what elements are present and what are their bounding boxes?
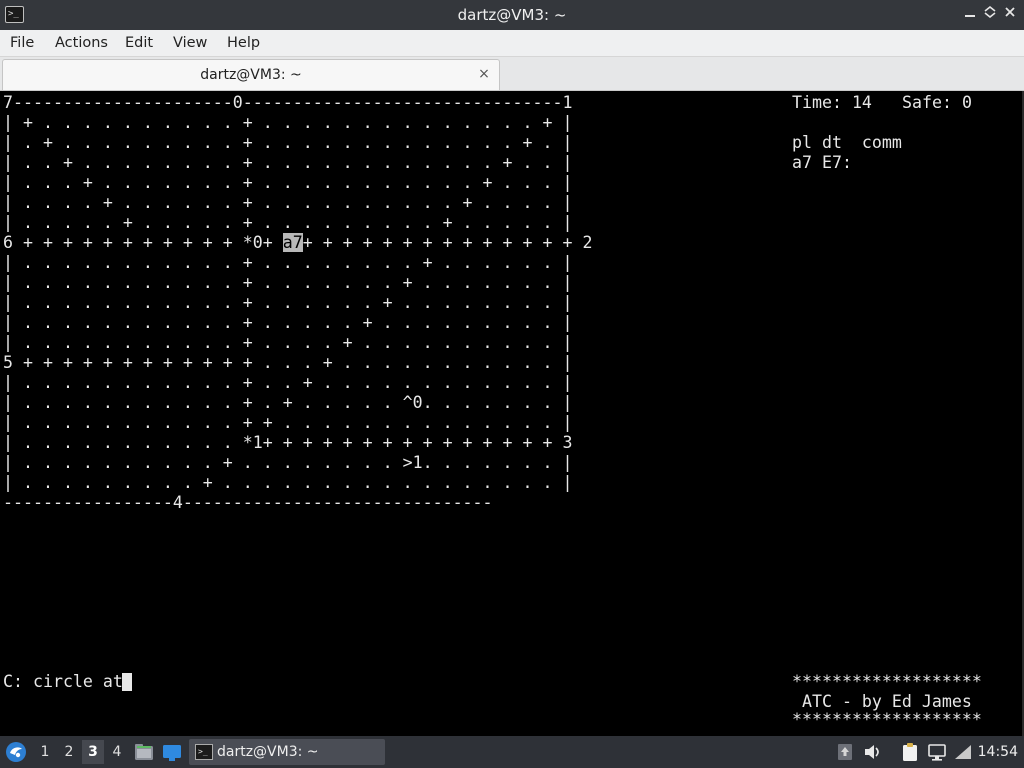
menu-actions[interactable]: Actions [55, 30, 108, 56]
volume-icon[interactable] [862, 741, 884, 763]
text-cursor [122, 673, 132, 691]
minimize-icon[interactable] [960, 5, 980, 25]
grid-row: | + . . . . . . . . . . + . . . . . . . … [3, 113, 573, 132]
window-titlebar[interactable]: >_ dartz@VM3: ~ [0, 0, 1024, 30]
clipboard-icon[interactable] [899, 741, 921, 763]
credits-stars-bottom: ******************* [792, 710, 982, 729]
tab-terminal[interactable]: dartz@VM3: ~ × [2, 59, 500, 90]
plane-a7-marker[interactable]: a7 [282, 233, 303, 252]
grid-row: | . . . . . . . . . . . + . . . . . . . … [3, 253, 573, 272]
safe-label: Safe: 0 [902, 93, 972, 112]
menu-edit[interactable]: Edit [125, 30, 153, 56]
grid-row: | . . . . . . . . . . . + . . . . . . . … [3, 273, 573, 292]
grid-row: | . . . . . . . . . . . *1+ + + + + + + … [3, 433, 573, 452]
close-icon[interactable] [1000, 5, 1020, 25]
show-desktop-icon[interactable] [161, 741, 183, 763]
credits-text: ATC - by Ed James [792, 692, 972, 711]
tab-bar: dartz@VM3: ~ × [0, 57, 1024, 91]
grid-row: | . . + . . . . . . . . + . . . . . . . … [3, 153, 573, 172]
grid-row: | . . . . . . . . . . . + . . . . + . . … [3, 333, 573, 352]
grid-row-6: 6 + + + + + + + + + + + *0+ a7+ + + + + … [3, 233, 592, 253]
workspace-1[interactable]: 1 [34, 740, 56, 764]
network-status-icon[interactable] [952, 741, 974, 763]
workspace-4[interactable]: 4 [106, 740, 128, 764]
plane-list-entry: a7 E7: [792, 153, 852, 172]
plane-list-header: pl dt comm [792, 133, 902, 152]
row6-right: + + + + + + + + + + + + + + 2 [302, 233, 593, 252]
command-line[interactable]: C: circle at [3, 672, 123, 692]
grid-row: | . . . . . . . . . . . + . . . . . + . … [3, 313, 573, 332]
tab-label: dartz@VM3: ~ [200, 67, 302, 83]
window-title: dartz@VM3: ~ [457, 6, 567, 24]
menu-file[interactable]: File [10, 30, 34, 56]
grid-row: | . . . . . . . . . . . + + . . . . . . … [3, 413, 573, 432]
network-icon[interactable] [926, 741, 948, 763]
grid-row: | . . . . . . . . . . . + . . . . . . + … [3, 293, 573, 312]
menu-bar: File Actions Edit View Help [0, 30, 1024, 57]
grid-row: | . . . . . + . . . . . + . . . . . . . … [3, 213, 573, 232]
taskbar: 1 2 3 4 >_ dartz@VM3: ~ 14:54 [0, 736, 1024, 768]
grid-bottom-border: -----------------4----------------------… [3, 493, 493, 512]
grid-row: | . . . . . . . . . . + . . . . . . . . … [3, 453, 573, 472]
menu-view[interactable]: View [173, 30, 207, 56]
taskbar-terminal-button[interactable]: >_ dartz@VM3: ~ [189, 739, 385, 765]
row6-left: 6 + + + + + + + + + + + *0+ [3, 233, 283, 252]
grid-row: | . + . . . . . . . . . + . . . . . . . … [3, 133, 573, 152]
updates-icon[interactable] [834, 741, 856, 763]
terminal-area[interactable]: 7----------------------0----------------… [0, 91, 1024, 736]
time-label: Time: 14 [792, 93, 872, 112]
terminal-icon: >_ [195, 744, 213, 760]
clock[interactable]: 14:54 [978, 736, 1018, 768]
taskbar-task-label: dartz@VM3: ~ [217, 744, 319, 760]
grid-row: | . . . + . . . . . . . + . . . . . . . … [3, 173, 573, 192]
workspace-3[interactable]: 3 [82, 740, 104, 764]
file-manager-icon[interactable] [133, 741, 155, 763]
start-menu-icon[interactable] [4, 740, 28, 764]
maximize-icon[interactable] [980, 5, 1000, 25]
tab-close-icon[interactable]: × [475, 65, 493, 83]
menu-help[interactable]: Help [227, 30, 260, 56]
grid-row: 5 + + + + + + + + + + + + . . . + . . . … [3, 353, 573, 372]
grid-row: 7----------------------0----------------… [3, 93, 573, 112]
workspace-2[interactable]: 2 [58, 740, 80, 764]
grid-row: | . . . . . . . . . . . + . + . . . . . … [3, 393, 573, 412]
credits-stars-top: ******************* [792, 672, 982, 691]
grid-row: | . . . . . . . . . + . . . . . . . . . … [3, 473, 573, 492]
grid-row: | . . . . + . . . . . . + . . . . . . . … [3, 193, 573, 212]
grid-row: | . . . . . . . . . . . + . . + . . . . … [3, 373, 573, 392]
